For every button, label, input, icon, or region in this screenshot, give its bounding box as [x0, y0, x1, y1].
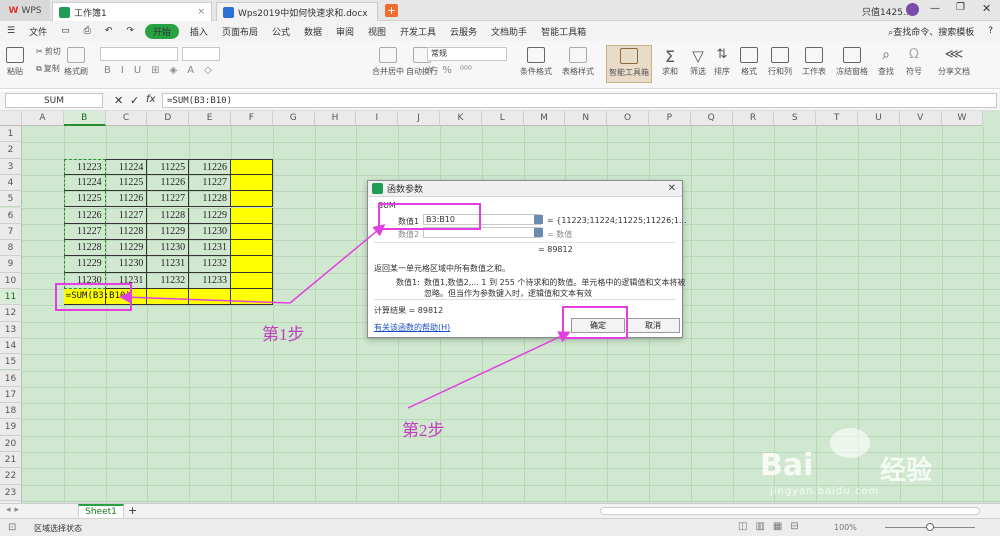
baidu-watermark: Bai 经验 jingyan.baidu.com — [760, 420, 990, 500]
status-text: 区域选择状态 — [34, 524, 82, 533]
status-bar: ⊡ 区域选择状态 ◫▥▦⊟ 100% — [0, 518, 1000, 536]
arrow-to-arg1 — [289, 224, 386, 304]
sheet-bar: ◂▸ Sheet1 + — [0, 503, 1000, 519]
arrow-to-formula — [119, 291, 291, 304]
step-2-label: 第2步 — [402, 421, 445, 440]
horizontal-scrollbar[interactable] — [600, 507, 980, 515]
sheet-tab-sheet1[interactable]: Sheet1 — [78, 504, 124, 519]
watermark-inner: Bai 经验 jingyan.baidu.com — [760, 420, 990, 500]
status-icon: ⊡ — [8, 522, 17, 533]
zoom-level: 100% — [834, 523, 857, 532]
paw-logo-icon — [830, 428, 870, 458]
view-mode-icons[interactable]: ◫▥▦⊟ — [738, 521, 807, 532]
zoom-slider-thumb[interactable] — [926, 523, 934, 531]
watermark-url: jingyan.baidu.com — [770, 486, 880, 497]
sheet-nav-icons[interactable]: ◂▸ — [6, 505, 23, 515]
arrow-to-ok — [407, 331, 571, 409]
watermark-brand: Bai — [760, 448, 814, 483]
step-1-label: 第1步 — [262, 325, 305, 344]
watermark-brand-2: 经验 — [880, 456, 933, 486]
add-sheet-button[interactable]: + — [128, 504, 137, 517]
